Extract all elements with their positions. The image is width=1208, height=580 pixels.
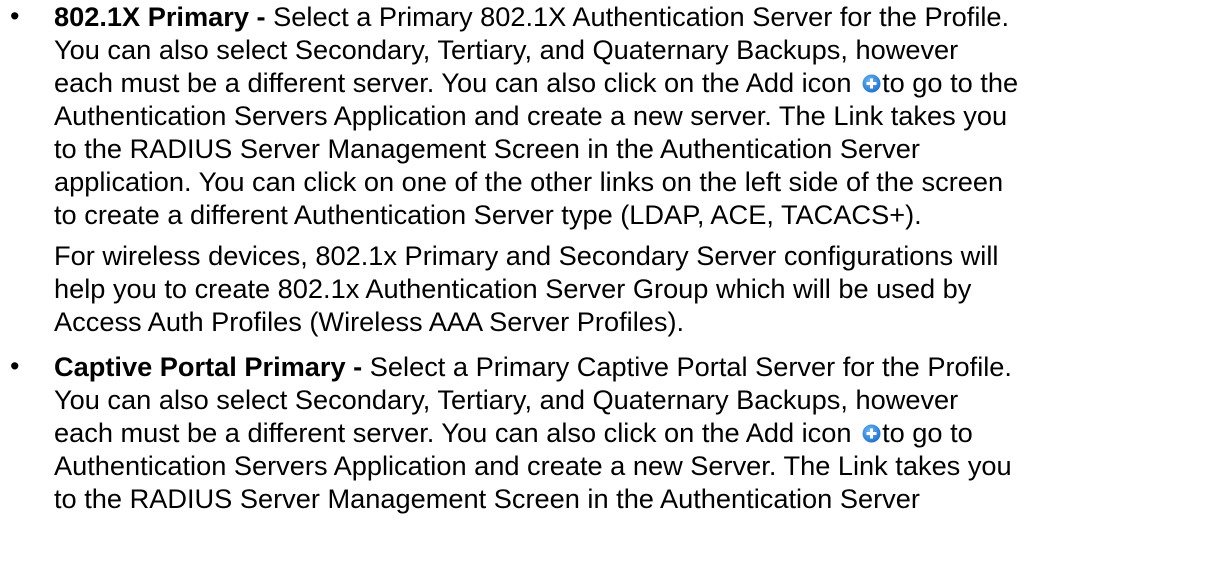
text-line: Authentication Servers Application and c… [54,100,1008,131]
bullet-marker: • [10,1,20,31]
text-line: Captive Portal Primary - Select a Primar… [54,351,1012,382]
text-line: 802.1X Primary - Select a Primary 802.1X… [54,1,1010,32]
text-line: each must be a different server. You can… [54,417,973,448]
text-line: to the RADIUS Server Management Screen i… [54,483,920,514]
document-body: • 802.1X Primary - Select a Primary 802.… [0,0,1208,515]
wireless-note: For wireless devices, 802.1x Primary and… [54,239,1208,338]
text-line: Authentication Servers Application and c… [54,450,1012,481]
term-8021x-primary: 802.1X Primary - [54,1,266,32]
text-line: each must be a different server. You can… [54,67,1019,98]
text-line: help you to create 802.1x Authentication… [54,273,972,304]
bullet-marker: • [10,351,20,381]
text-line: application. You can click on one of the… [54,166,1004,197]
add-circle-icon [862,74,881,93]
text-line: to create a different Authentication Ser… [54,199,922,230]
text-line: For wireless devices, 802.1x Primary and… [54,240,999,271]
add-circle-icon [862,424,881,443]
text-line: to the RADIUS Server Management Screen i… [54,133,920,164]
text-line: You can also select Secondary, Tertiary,… [54,34,959,65]
list-item-captive-portal-primary: • Captive Portal Primary - Select a Prim… [0,350,1208,515]
term-captive-portal-primary: Captive Portal Primary - [54,351,363,382]
text-line: Access Auth Profiles (Wireless AAA Serve… [54,306,685,337]
list-item-8021x-primary: • 802.1X Primary - Select a Primary 802.… [0,0,1208,338]
text-line: You can also select Secondary, Tertiary,… [54,384,959,415]
